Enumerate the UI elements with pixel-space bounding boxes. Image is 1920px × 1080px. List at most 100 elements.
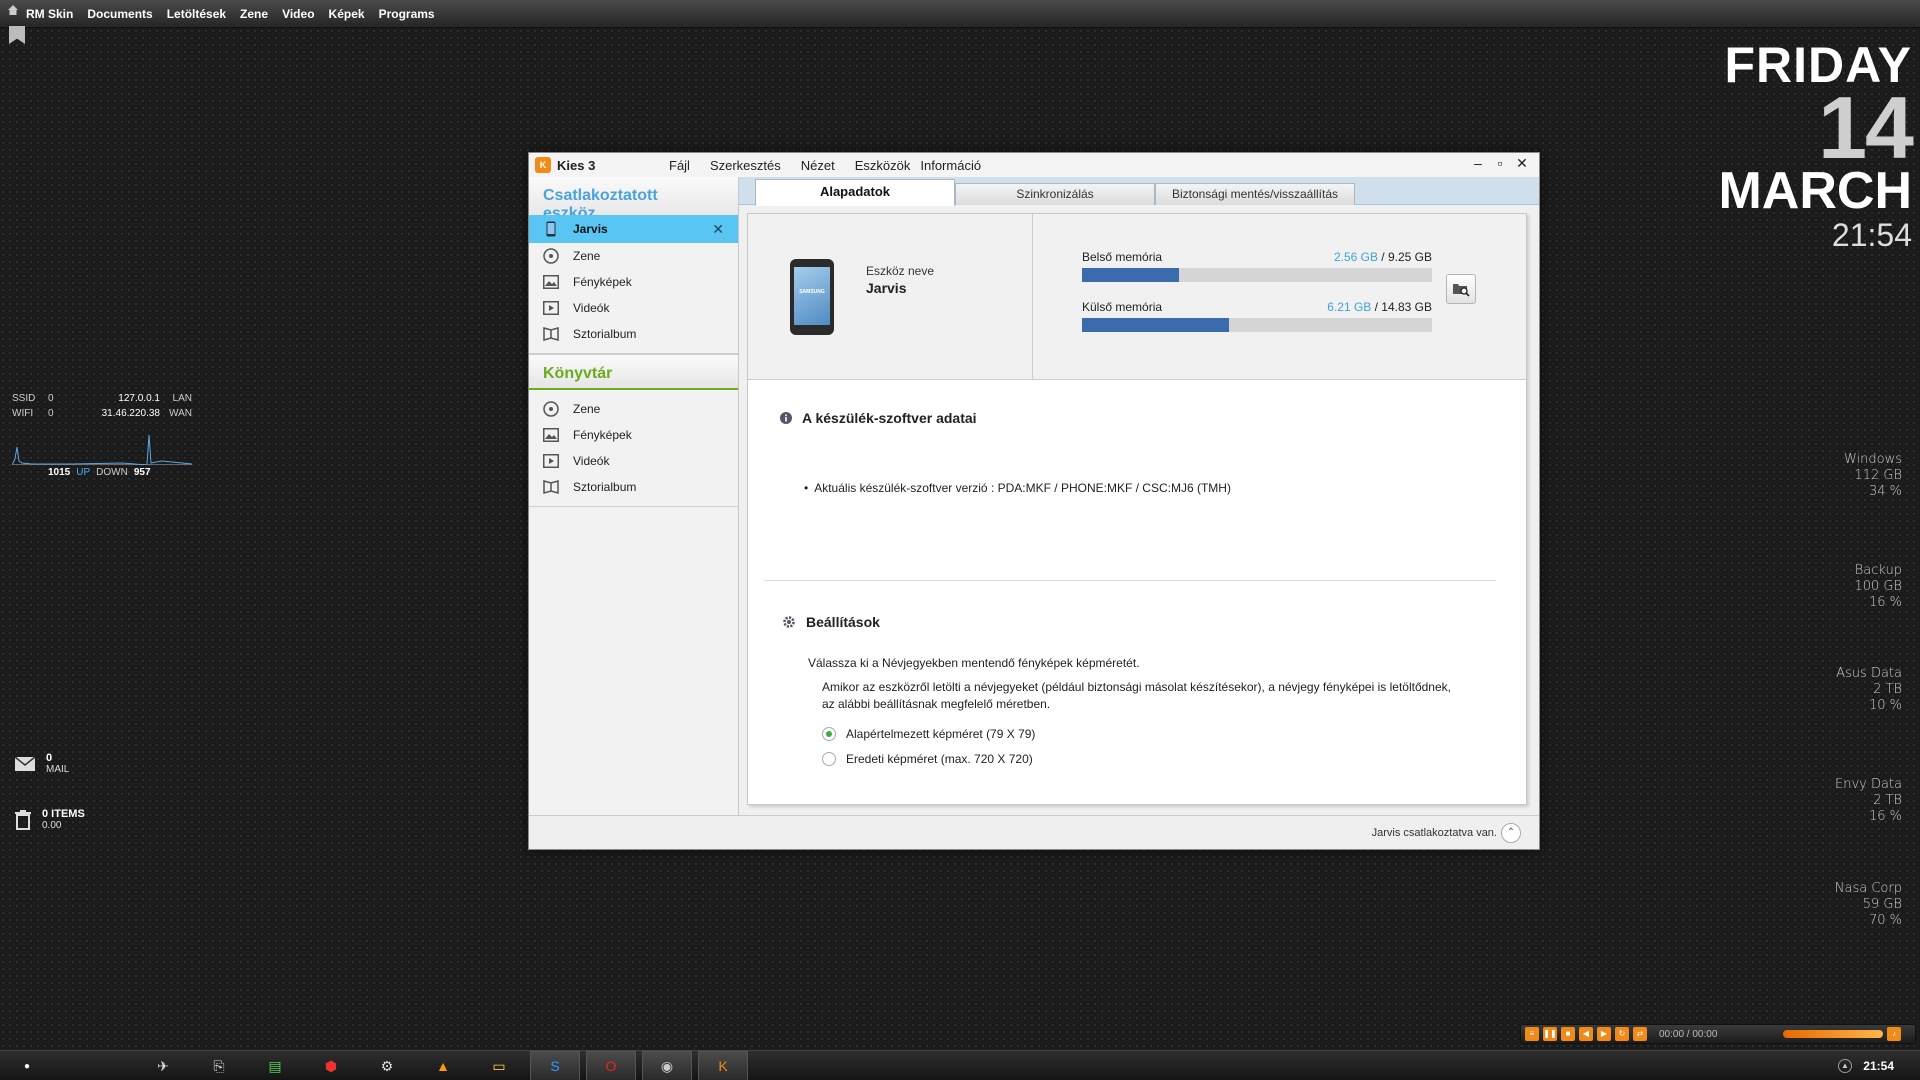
sidebar-item-label: Zene — [573, 402, 601, 416]
steam-icon[interactable]: ⚙ — [376, 1055, 398, 1077]
network-app-icon[interactable]: ▤ — [264, 1055, 286, 1077]
satellite-icon[interactable]: ✈ — [152, 1055, 174, 1077]
info-icon — [780, 412, 792, 424]
topbar-music[interactable]: Zene — [240, 7, 268, 21]
device-label: Jarvis — [573, 222, 608, 236]
sidebar-item-label: Videók — [573, 454, 610, 468]
drive-name: Envy Data — [1834, 777, 1902, 792]
minimize-icon[interactable]: – — [1469, 155, 1487, 171]
video-icon — [543, 453, 559, 469]
drive-percent: 16 % — [1868, 809, 1902, 824]
folder-icon[interactable]: ▭ — [488, 1055, 510, 1077]
status-bar: Jarvis csatlakoztatva van. ⌃ — [529, 815, 1539, 849]
menu-file[interactable]: Fájl — [669, 158, 690, 173]
settings-prompt: Válassza ki a Névjegyekben mentendő fény… — [808, 656, 1140, 670]
repeat-icon[interactable]: ↻ — [1615, 1027, 1629, 1041]
sidebar-library-photos[interactable]: Fényképek — [529, 422, 738, 448]
volume-slider[interactable] — [1783, 1030, 1883, 1038]
sidebar-device-music[interactable]: Zene — [529, 243, 738, 269]
radio-default-size[interactable]: Alapértelmezett képméret (79 X 79) — [822, 727, 1035, 741]
disconnect-icon[interactable]: ✕ — [712, 221, 724, 238]
previous-icon[interactable]: ◀ — [1579, 1027, 1593, 1041]
topbar-downloads[interactable]: Letöltések — [167, 7, 226, 21]
tab-backup-restore[interactable]: Biztonsági mentés/visszaállítás — [1155, 183, 1355, 205]
drive-percent: 16 % — [1868, 595, 1902, 610]
drive-size: 2 TB — [1873, 793, 1902, 808]
sidebar-library-storyalbum[interactable]: Sztorialbum — [529, 474, 738, 500]
settings-section-title: Beállítások — [782, 614, 880, 630]
wan-label: WAN — [169, 408, 192, 419]
shuffle-icon[interactable]: ⇄ — [1633, 1027, 1647, 1041]
tab-sync[interactable]: Szinkronizálás — [955, 183, 1155, 205]
device-panel: SAMSUNG Eszköz neve Jarvis Belső memória… — [748, 214, 1526, 380]
app-64-icon[interactable]: ⬢ — [320, 1055, 342, 1077]
start-dot-icon[interactable]: ● — [16, 1055, 38, 1077]
sidebar-divider — [529, 506, 738, 507]
internal-memory-bar — [1082, 268, 1432, 282]
drive-percent: 10 % — [1868, 698, 1902, 713]
trash-icon — [15, 809, 31, 830]
mail-icon — [14, 755, 36, 771]
photo-icon — [543, 427, 559, 443]
topbar-rmskin[interactable]: RM Skin — [26, 7, 73, 21]
kies-taskbar-icon[interactable]: K — [698, 1051, 748, 1080]
pause-icon[interactable]: ❚❚ — [1543, 1027, 1557, 1041]
topbar-documents[interactable]: Documents — [87, 7, 152, 21]
tray-expand-icon[interactable]: ▲ — [1838, 1059, 1852, 1073]
skype-icon[interactable]: S — [530, 1051, 580, 1080]
sidebar-library-music[interactable]: Zene — [529, 396, 738, 422]
player-menu-icon[interactable]: ≡ — [1525, 1027, 1539, 1041]
library-header[interactable]: Könyvtár — [529, 354, 738, 390]
menu-view[interactable]: Nézet — [801, 158, 835, 173]
radio-default-circle[interactable] — [822, 727, 836, 741]
radio-original-size[interactable]: Eredeti képméret (max. 720 X 720) — [822, 752, 1033, 766]
window-title: Kies 3 — [557, 157, 596, 173]
mail-widget[interactable]: 0 MAIL — [14, 752, 69, 775]
drive-asus-data: Asus Data 2 TB 10 % — [1836, 666, 1902, 714]
connected-devices-header[interactable]: Csatlakoztatott eszköz... — [529, 177, 738, 222]
phone-brand: SAMSUNG — [799, 289, 825, 295]
memory-explore-button[interactable] — [1446, 274, 1476, 304]
main-content: SAMSUNG Eszköz neve Jarvis Belső memória… — [747, 213, 1527, 805]
topbar-programs[interactable]: Programs — [379, 7, 435, 21]
video-icon — [543, 300, 559, 316]
sidebar-device-photos[interactable]: Fényképek — [529, 269, 738, 295]
menu-edit[interactable]: Szerkesztés — [710, 158, 781, 173]
recycle-size: 0.00 — [42, 820, 62, 831]
next-icon[interactable]: ▶ — [1597, 1027, 1611, 1041]
wan-ip: 31.46.220.38 — [101, 408, 160, 419]
internal-memory-used: 2.56 GB — [1333, 250, 1378, 264]
topbar-video[interactable]: Video — [282, 7, 314, 21]
sidebar-library-videos[interactable]: Videók — [529, 448, 738, 474]
generic-app-icon[interactable]: ◉ — [642, 1051, 692, 1080]
opera-icon[interactable]: O — [586, 1051, 636, 1080]
recycle-widget[interactable]: 0 ITEMS 0.00 — [14, 808, 85, 831]
player-time: 00:00 / 00:00 — [1659, 1028, 1718, 1040]
topbar-pictures[interactable]: Képek — [329, 7, 365, 21]
title-bar[interactable]: K Kies 3 Fájl Szerkesztés Nézet Eszközök… — [529, 153, 1539, 177]
radio-original-circle[interactable] — [822, 752, 836, 766]
sidebar-device-jarvis[interactable]: Jarvis ✕ — [529, 215, 738, 243]
internal-memory: Belső memória 2.56 GB / 9.25 GB — [1082, 250, 1432, 282]
close-icon[interactable]: ✕ — [1513, 155, 1531, 172]
stop-icon[interactable]: ■ — [1561, 1027, 1575, 1041]
mail-count: 0 — [46, 752, 53, 764]
external-memory: Külső memória 6.21 GB / 14.83 GB — [1082, 300, 1432, 332]
tab-basic-info[interactable]: Alapadatok — [755, 179, 955, 206]
chevron-up-icon[interactable]: ⌃ — [1501, 823, 1521, 843]
menu-tools[interactable]: Eszközök — [855, 158, 911, 173]
settings-description: Amikor az eszközről letölti a névjegyeke… — [822, 680, 1451, 711]
home-icon[interactable] — [0, 0, 26, 28]
sidebar: Csatlakoztatott eszköz... Jarvis ✕ Zene … — [529, 177, 739, 815]
drive-name: Backup — [1854, 563, 1902, 578]
clipboard-icon[interactable]: ⎘ — [208, 1055, 230, 1077]
sidebar-item-label: Videók — [573, 301, 610, 315]
warning-app-icon[interactable]: ▲ — [432, 1055, 454, 1077]
maximize-icon[interactable]: ▫ — [1491, 155, 1509, 171]
volume-icon[interactable]: ♪ — [1887, 1027, 1901, 1041]
menu-info[interactable]: Információ — [920, 158, 981, 173]
sidebar-device-videos[interactable]: Videók — [529, 295, 738, 321]
lan-ip: 127.0.0.1 — [118, 393, 160, 404]
sidebar-device-storyalbum[interactable]: Sztorialbum — [529, 321, 738, 347]
media-player: ≡ ❚❚ ■ ◀ ▶ ↻ ⇄ 00:00 / 00:00 ♪ — [1520, 1024, 1916, 1044]
